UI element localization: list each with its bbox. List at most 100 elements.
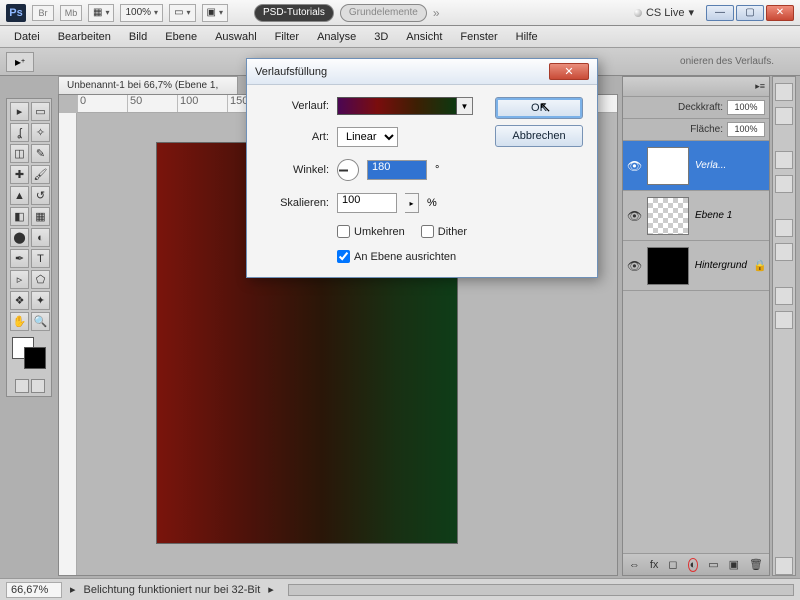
arrange-dropdown[interactable]: ▭ (169, 4, 195, 22)
angle-dial[interactable] (337, 159, 359, 181)
horizontal-scrollbar[interactable] (288, 584, 794, 596)
visibility-icon[interactable]: 👁 (627, 259, 641, 273)
fill-value[interactable]: 100% (727, 122, 765, 137)
menu-ansicht[interactable]: Ansicht (398, 29, 450, 45)
dialog-titlebar[interactable]: Verlaufsfüllung ✕ (247, 59, 597, 85)
window-minimize-button[interactable]: — (706, 5, 734, 21)
opacity-value[interactable]: 100% (727, 100, 765, 115)
gradient-picker[interactable]: ▼ (337, 97, 475, 115)
bridge-button[interactable]: Br (32, 5, 54, 21)
winkel-input[interactable]: 180 (367, 160, 427, 180)
window-close-button[interactable]: ✕ (766, 5, 794, 21)
menu-bearbeiten[interactable]: Bearbeiten (50, 29, 119, 45)
skalieren-label: Skalieren: (261, 197, 329, 209)
masks-panel-icon[interactable] (775, 175, 793, 193)
chevrons-icon[interactable]: » (433, 6, 440, 20)
window-maximize-button[interactable]: ▢ (736, 5, 764, 21)
zoom-field[interactable]: 66,67% (6, 582, 62, 598)
history-panel-icon[interactable] (775, 219, 793, 237)
crop-tool[interactable]: ◫ (10, 144, 29, 163)
menu-fenster[interactable]: Fenster (452, 29, 505, 45)
char-panel-icon[interactable] (775, 287, 793, 305)
panel-dock-strip (772, 76, 796, 576)
minibridge-button[interactable]: Mb (60, 5, 82, 21)
menu-filter[interactable]: Filter (267, 29, 307, 45)
layer-row[interactable]: 👁 Hintergrund 🔒 (623, 241, 769, 291)
ps-logo: Ps (6, 4, 26, 22)
move-tool[interactable]: ▸ (10, 102, 29, 121)
menu-datei[interactable]: Datei (6, 29, 48, 45)
status-arrow-icon[interactable]: ▸ (268, 583, 274, 596)
screenmode-toggle[interactable] (31, 379, 45, 393)
path-tool[interactable]: ▹ (10, 270, 29, 289)
visibility-icon[interactable]: 👁 (627, 209, 641, 223)
chevron-down-icon[interactable]: ▼ (457, 97, 473, 115)
fx-icon[interactable]: fx (650, 558, 659, 572)
panel-menu-icon[interactable]: ▸≡ (623, 77, 769, 97)
hand-tool[interactable]: ✋ (10, 312, 29, 331)
skalieren-input[interactable]: 100 (337, 193, 397, 213)
menu-auswahl[interactable]: Auswahl (207, 29, 265, 45)
layer-row[interactable]: 👁 Verla... (623, 141, 769, 191)
adjustment-layer-icon[interactable]: ◐ (688, 558, 699, 572)
pen-tool[interactable]: ✒ (10, 249, 29, 268)
background-swatch[interactable] (24, 347, 46, 369)
zoom-dropdown[interactable]: 100% (120, 4, 163, 22)
new-layer-icon[interactable]: ▣ (729, 558, 739, 572)
menu-3d[interactable]: 3D (366, 29, 396, 45)
menu-analyse[interactable]: Analyse (309, 29, 364, 45)
workspace-pill-active[interactable]: PSD-Tutorials (254, 4, 334, 22)
cancel-button[interactable]: Abbrechen (495, 125, 583, 147)
current-tool-icon[interactable]: ▸+ (6, 52, 34, 72)
menu-bild[interactable]: Bild (121, 29, 155, 45)
ausrichten-checkbox[interactable]: An Ebene ausrichten (337, 250, 456, 263)
art-label: Art: (261, 131, 329, 143)
type-tool[interactable]: T (31, 249, 50, 268)
dialog-close-button[interactable]: ✕ (549, 63, 589, 80)
chevron-right-icon[interactable]: ▸ (405, 193, 419, 213)
trash-icon[interactable]: 🗑 (749, 558, 763, 572)
quickmask-toggle[interactable] (15, 379, 29, 393)
view-extras-dropdown[interactable]: ▦ (88, 4, 114, 22)
art-select[interactable]: Linear (337, 127, 398, 147)
3d-tool[interactable]: ❖ (10, 291, 29, 310)
layers-panel-icon[interactable] (775, 557, 793, 575)
dodge-tool[interactable]: ◐ (31, 228, 50, 247)
history-brush-tool[interactable]: ↺ (31, 186, 50, 205)
shape-tool[interactable]: ⬠ (31, 270, 50, 289)
eyedropper-tool[interactable]: ✎ (31, 144, 50, 163)
marquee-tool[interactable]: ▭ (31, 102, 50, 121)
para-panel-icon[interactable] (775, 311, 793, 329)
gradient-tool[interactable]: ▦ (31, 207, 50, 226)
group-icon[interactable]: ▭ (708, 558, 718, 572)
3d-cam-tool[interactable]: ✦ (31, 291, 50, 310)
heal-tool[interactable]: ✚ (10, 165, 29, 184)
stamp-tool[interactable]: ▲ (10, 186, 29, 205)
brush-tool[interactable]: 🖌 (31, 165, 50, 184)
eraser-tool[interactable]: ◧ (10, 207, 29, 226)
actions-panel-icon[interactable] (775, 243, 793, 261)
status-arrow-icon[interactable]: ▸ (70, 583, 76, 596)
menu-hilfe[interactable]: Hilfe (508, 29, 546, 45)
blur-tool[interactable]: ⬤ (10, 228, 29, 247)
dither-checkbox[interactable]: Dither (421, 225, 467, 238)
mask-icon[interactable]: ◻ (668, 558, 677, 572)
layer-thumb (647, 147, 689, 185)
cs-live-button[interactable]: CS Live ▾ (634, 6, 694, 19)
workspace-pill[interactable]: Grundelemente (340, 4, 427, 22)
swatches-panel-icon[interactable] (775, 107, 793, 125)
color-panel-icon[interactable] (775, 83, 793, 101)
layer-row[interactable]: 👁 Ebene 1 (623, 191, 769, 241)
visibility-icon[interactable]: 👁 (627, 159, 641, 173)
screenmode-dropdown[interactable]: ▣ (202, 4, 228, 22)
menu-ebene[interactable]: Ebene (157, 29, 205, 45)
zoom-tool[interactable]: 🔍 (31, 312, 50, 331)
adjust-panel-icon[interactable] (775, 151, 793, 169)
umkehren-checkbox[interactable]: Umkehren (337, 225, 405, 238)
document-tab[interactable]: Unbenannt-1 bei 66,7% (Ebene 1, (58, 76, 238, 94)
link-layers-icon[interactable]: ⇔ (629, 558, 640, 572)
ok-button[interactable]: OK (495, 97, 583, 119)
color-swatches[interactable] (10, 337, 50, 375)
lasso-tool[interactable]: ʆ (10, 123, 29, 142)
wand-tool[interactable]: ✧ (31, 123, 50, 142)
